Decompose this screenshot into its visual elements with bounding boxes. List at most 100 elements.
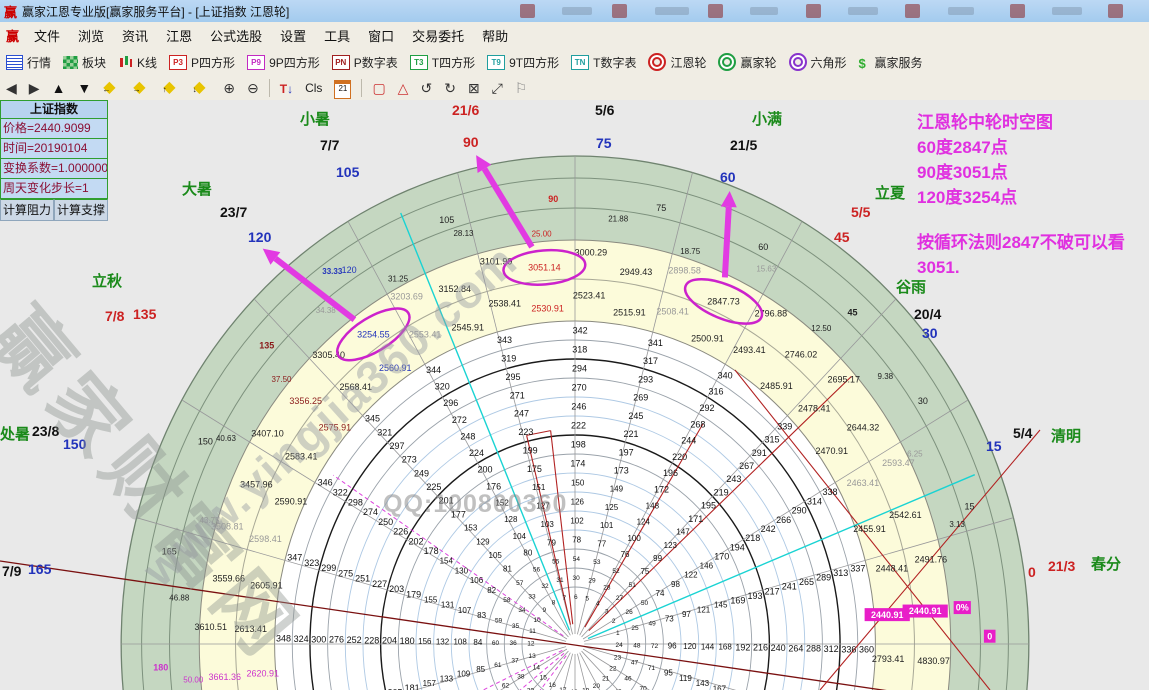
toolbar-赢家轮[interactable]: 赢家轮 [712, 51, 782, 73]
square-tool-icon[interactable]: ▢ [366, 78, 391, 98]
svg-text:2538.41: 2538.41 [488, 298, 521, 308]
zoom-out-icon[interactable]: ⊖ [241, 78, 265, 98]
background-window-artifact [520, 4, 535, 18]
diamond-up-icon[interactable]: ◆↑ [157, 77, 187, 100]
menu-窗口[interactable]: 窗口 [359, 23, 403, 48]
svg-text:122: 122 [684, 571, 698, 580]
toolbar-9P四方形[interactable]: P99P四方形 [241, 52, 326, 73]
svg-text:120: 120 [342, 265, 357, 275]
svg-text:12: 12 [527, 640, 535, 647]
up-icon[interactable]: ▲ [46, 78, 72, 98]
prev-icon[interactable]: ◀ [0, 78, 23, 98]
toolbar-T四方形[interactable]: T3T四方形 [404, 52, 481, 73]
toolbar-9T四方形[interactable]: T99T四方形 [481, 52, 565, 73]
toolbar-赢家服务[interactable]: $赢家服务 [853, 52, 929, 73]
down-icon[interactable]: ▼ [71, 78, 97, 98]
svg-text:314: 314 [807, 496, 822, 506]
rotate-ccw-icon[interactable]: ↺ [414, 78, 438, 98]
svg-text:34: 34 [518, 607, 526, 614]
toolbar-T数字表[interactable]: TNT数字表 [565, 52, 642, 73]
menu-浏览[interactable]: 浏览 [69, 23, 113, 48]
pin-tool-icon[interactable]: ⚐ [509, 78, 534, 98]
toolbar-板块[interactable]: 板块 [57, 52, 112, 73]
svg-text:2542.61: 2542.61 [889, 510, 922, 520]
svg-text:78: 78 [572, 535, 581, 544]
svg-text:218: 218 [745, 533, 760, 543]
svg-text:346: 346 [318, 478, 333, 488]
svg-text:320: 320 [435, 382, 450, 392]
svg-text:59: 59 [495, 618, 503, 625]
menu-帮助[interactable]: 帮助 [473, 23, 517, 48]
diamond-down-icon[interactable]: ◆↓ [187, 77, 217, 100]
toolbar-label: T四方形 [432, 54, 475, 71]
svg-text:228: 228 [364, 635, 379, 645]
P3-badge-icon: P3 [169, 55, 187, 70]
svg-text:288: 288 [806, 644, 821, 654]
svg-text:35: 35 [512, 623, 520, 630]
toolbar-行情[interactable]: 行情 [0, 52, 57, 73]
svg-text:37.50: 37.50 [271, 375, 292, 384]
gann-wheel-chart-area[interactable]: 赢家财富网 www.yingjia360.com QQ:100800360 12… [0, 100, 1149, 690]
计算支撑-button[interactable]: 计算支撑 [54, 199, 108, 221]
toolbar-六角形[interactable]: 六角形 [783, 51, 853, 73]
t-arrow-icon[interactable]: T↓ [274, 78, 299, 99]
svg-text:243: 243 [726, 474, 741, 484]
toolbar-label: P数字表 [354, 54, 398, 71]
svg-text:2644.32: 2644.32 [847, 422, 880, 432]
triangle-tool-icon[interactable]: △ [392, 78, 415, 98]
menu-文件[interactable]: 文件 [25, 23, 69, 48]
计算阻力-button[interactable]: 计算阻力 [0, 199, 54, 221]
zoom-in-icon[interactable]: ⊕ [217, 78, 241, 98]
toolbar-separator [269, 79, 270, 97]
menu-工具[interactable]: 工具 [315, 23, 359, 48]
svg-text:343: 343 [497, 335, 512, 345]
toolbar-P四方形[interactable]: P3P四方形 [163, 52, 241, 73]
calendar-icon[interactable]: 21 [328, 76, 357, 100]
svg-text:32: 32 [541, 583, 549, 590]
svg-text:177: 177 [451, 509, 466, 519]
svg-text:2455.91: 2455.91 [853, 524, 886, 534]
svg-text:74: 74 [656, 589, 665, 598]
menu-江恩[interactable]: 江恩 [157, 23, 201, 48]
svg-text:103: 103 [541, 520, 555, 529]
svg-text:33: 33 [528, 593, 536, 600]
menu-交易委托[interactable]: 交易委托 [403, 23, 473, 48]
background-window-artifact [1052, 7, 1082, 15]
toolbar-K线[interactable]: K线 [112, 52, 163, 73]
menu-设置[interactable]: 设置 [271, 23, 315, 48]
contract-icon[interactable]: ⤢ [486, 78, 509, 98]
svg-text:29: 29 [588, 577, 596, 584]
svg-text:79: 79 [547, 538, 556, 547]
expand-icon[interactable]: ⊠ [462, 78, 486, 98]
svg-text:55: 55 [552, 558, 560, 565]
diamond-left-icon[interactable]: ◆← [97, 77, 127, 100]
diamond-right-icon[interactable]: ◆→ [127, 77, 157, 100]
svg-text:2440.91: 2440.91 [871, 610, 904, 620]
rotate-cw-icon[interactable]: ↻ [438, 78, 462, 98]
svg-text:289: 289 [816, 573, 831, 583]
toolbar-江恩轮[interactable]: 江恩轮 [642, 51, 712, 73]
svg-text:240: 240 [771, 643, 786, 653]
rim-label: 15 [986, 438, 1002, 454]
svg-text:219: 219 [714, 487, 729, 497]
toolbar-label: 江恩轮 [670, 54, 706, 71]
svg-text:2847.73: 2847.73 [707, 297, 740, 307]
svg-text:299: 299 [321, 563, 336, 573]
svg-text:178: 178 [424, 546, 439, 556]
svg-text:26: 26 [625, 609, 633, 616]
svg-text:273: 273 [402, 455, 417, 465]
background-window-artifact [750, 7, 778, 15]
cls-button[interactable]: Cls [299, 78, 328, 98]
menu-资讯[interactable]: 资讯 [113, 23, 157, 48]
rim-label: 清明 [1051, 425, 1081, 446]
svg-text:295: 295 [506, 372, 521, 382]
svg-text:313: 313 [833, 568, 848, 578]
svg-text:106: 106 [470, 576, 484, 585]
menu-公式选股[interactable]: 公式选股 [201, 23, 271, 48]
next-icon[interactable]: ▶ [23, 78, 46, 98]
svg-text:274: 274 [363, 507, 378, 517]
rim-label: 21/6 [452, 102, 479, 118]
toolbar-P数字表[interactable]: PNP数字表 [326, 52, 404, 73]
wheel-icon [718, 53, 736, 71]
svg-text:3: 3 [605, 608, 609, 615]
